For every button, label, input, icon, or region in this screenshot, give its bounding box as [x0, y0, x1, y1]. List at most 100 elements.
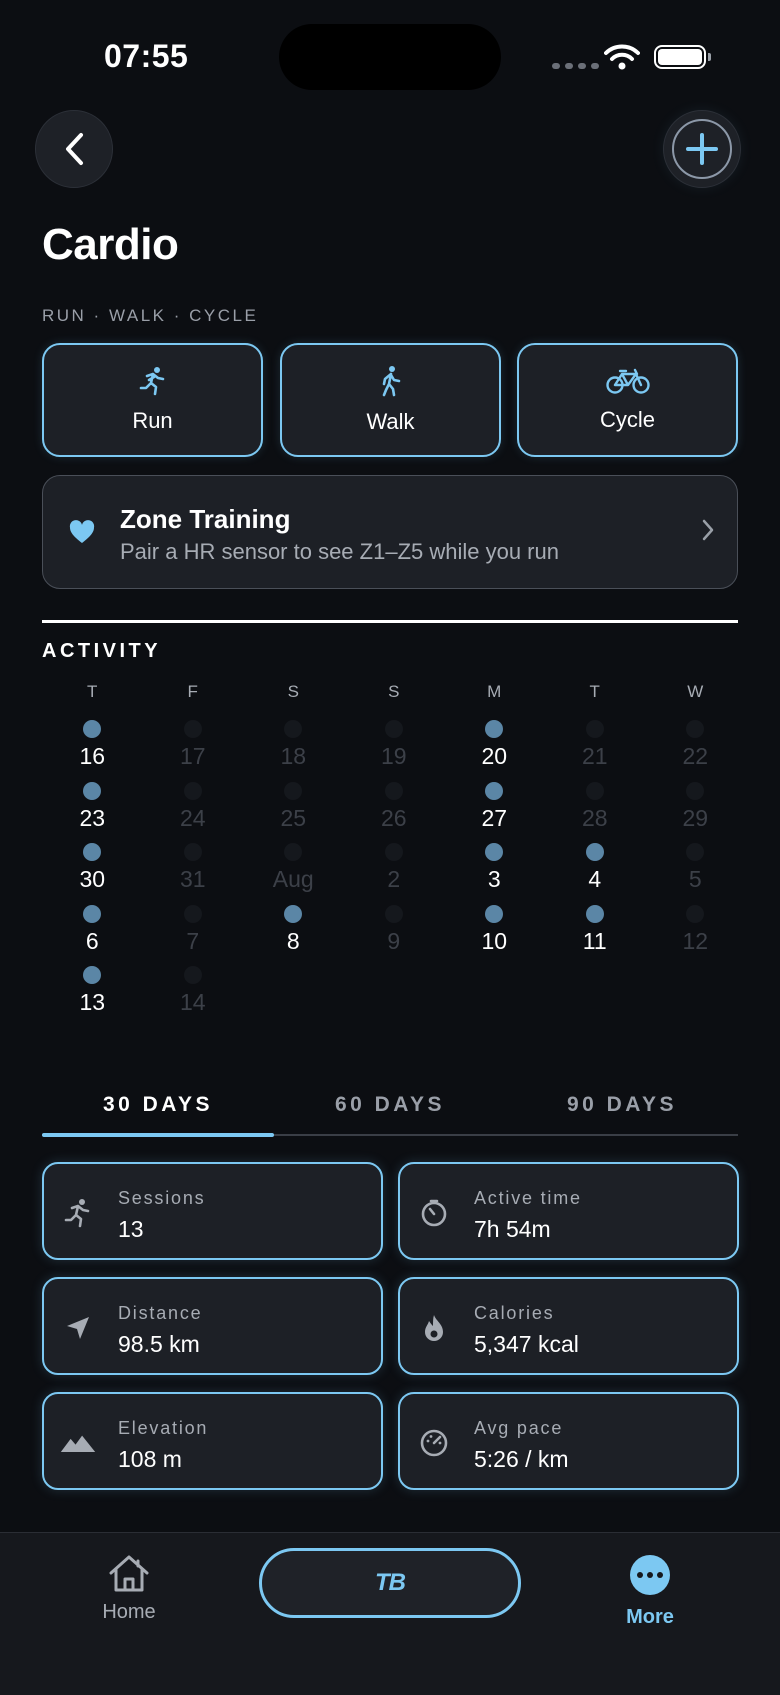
calendar-day[interactable]: 14 — [143, 964, 244, 1026]
calendar-day[interactable]: 20 — [444, 718, 545, 780]
activity-dot-active — [585, 904, 604, 923]
run-label: Run — [132, 408, 173, 433]
calendar-day[interactable]: 7 — [143, 903, 244, 965]
tab-home[interactable]: Home — [96, 1553, 162, 1624]
calendar-day-number: 30 — [79, 866, 106, 892]
stat-label: Avg pace — [474, 1418, 564, 1438]
calendar-day-number: 31 — [179, 866, 206, 892]
tab-90-days[interactable]: 90 DAYS — [506, 1088, 738, 1134]
activity-dot-active — [83, 720, 102, 738]
stat-card-sessions[interactable]: Sessions 13 — [42, 1162, 383, 1260]
calendar-day-number: 6 — [85, 927, 99, 954]
walk-card[interactable]: Walk — [280, 343, 501, 457]
speedometer-icon — [416, 1425, 452, 1461]
calendar-day-number: 29 — [682, 804, 709, 831]
activity-heading: ACTIVITY — [42, 640, 162, 662]
page-title: Cardio — [42, 220, 179, 269]
calendar-day[interactable]: 19 — [344, 718, 445, 780]
activity-dot-active — [83, 904, 102, 923]
activity-dot — [183, 904, 202, 923]
calendar-day[interactable]: 18 — [243, 718, 344, 780]
cardio-screen: 07:55 Cardio RUN · WALK · CYCLE Run Walk — [0, 0, 780, 1695]
cycle-label: Cycle — [599, 407, 655, 432]
calendar-day[interactable]: 16 — [42, 718, 143, 780]
calendar-day-number: 16 — [79, 743, 106, 769]
calendar-day[interactable]: 31 — [143, 841, 244, 903]
zone-training-card[interactable]: Zone Training Pair a HR sensor to see Z1… — [42, 475, 738, 589]
activity-dot — [284, 843, 303, 861]
calendar-day[interactable]: 10 — [444, 903, 545, 965]
stat-card-elevation[interactable]: Elevation 108 m — [42, 1392, 383, 1490]
mountains-icon — [60, 1425, 96, 1461]
stat-card-avg-pace[interactable]: Avg pace 5:26 / km — [398, 1392, 739, 1490]
calendar-day-number: 22 — [682, 743, 709, 769]
activity-dot — [686, 843, 705, 861]
stat-value: 98.5 km — [118, 1331, 200, 1357]
calendar-day-number: 20 — [481, 743, 508, 769]
calendar-day[interactable]: 6 — [42, 903, 143, 965]
zone-training-subtitle: Pair a HR sensor to see Z1–Z5 while you … — [120, 539, 559, 564]
calendar-day-number: 5 — [688, 866, 702, 892]
activity-dot-active — [485, 843, 504, 861]
calendar-day[interactable]: Aug — [243, 841, 344, 903]
more-icon — [630, 1555, 670, 1595]
activity-dot — [384, 781, 403, 800]
tab-more[interactable]: More — [617, 1555, 683, 1629]
weekday-label: T — [589, 682, 600, 701]
calendar-day-number: 23 — [79, 804, 106, 831]
page-subtitle: RUN · WALK · CYCLE — [42, 306, 259, 325]
run-card[interactable]: Run — [42, 343, 263, 457]
stat-card-distance[interactable]: Distance 98.5 km — [42, 1277, 383, 1375]
calendar-day[interactable]: 12 — [645, 903, 746, 965]
calendar-day[interactable]: 8 — [243, 903, 344, 965]
section-divider — [42, 620, 738, 623]
calendar-day-number: 3 — [487, 866, 501, 892]
zone-training-title: Zone Training — [120, 504, 291, 534]
calendar-day[interactable]: 17 — [143, 718, 244, 780]
plus-icon — [686, 133, 718, 165]
run-icon — [60, 1195, 96, 1231]
add-workout-button[interactable] — [663, 110, 741, 188]
calendar-day[interactable]: 9 — [344, 903, 445, 965]
calendar-day[interactable]: 23 — [42, 780, 143, 842]
stat-card-calories[interactable]: Calories 5,347 kcal — [398, 1277, 739, 1375]
calendar-day-number: 27 — [481, 804, 508, 831]
calendar-day[interactable]: 25 — [243, 780, 344, 842]
calendar-day[interactable]: 26 — [344, 780, 445, 842]
calendar-day[interactable]: 28 — [545, 780, 646, 842]
activity-dot — [183, 781, 202, 800]
calendar-day[interactable]: 27 — [444, 780, 545, 842]
calendar-day-number: 10 — [481, 927, 508, 954]
weekday-label: S — [287, 682, 299, 701]
stat-value: 108 m — [118, 1446, 182, 1472]
calendar-day[interactable]: 2 — [344, 841, 445, 903]
tab-60-days[interactable]: 60 DAYS — [274, 1088, 506, 1134]
calendar-day[interactable]: 13 — [42, 964, 143, 1026]
walk-label: Walk — [366, 409, 415, 434]
calendar-day[interactable]: 29 — [645, 780, 746, 842]
center-action-button[interactable]: TB — [259, 1548, 521, 1618]
cycle-card[interactable]: Cycle — [517, 343, 738, 457]
calendar-day-number: 25 — [280, 804, 307, 831]
calendar-day[interactable]: 4 — [545, 841, 646, 903]
activity-dot — [585, 781, 604, 800]
calendar-day[interactable]: 21 — [545, 718, 646, 780]
app-logo: TB — [375, 1569, 406, 1596]
activity-dot-active — [485, 781, 504, 800]
activity-dot — [183, 843, 202, 861]
calendar-day-number: 14 — [179, 989, 206, 1015]
walk-icon — [382, 366, 400, 397]
calendar-day[interactable]: 22 — [645, 718, 746, 780]
calendar-day-number: 11 — [582, 927, 607, 954]
stat-card-active-time[interactable]: Active time 7h 54m — [398, 1162, 739, 1260]
calendar-day[interactable]: 3 — [444, 841, 545, 903]
calendar-day[interactable]: 24 — [143, 780, 244, 842]
tab-30-days[interactable]: 30 DAYS — [42, 1088, 274, 1137]
calendar-day[interactable]: 5 — [645, 841, 746, 903]
back-button[interactable] — [35, 110, 113, 188]
calendar-day[interactable]: 30 — [42, 841, 143, 903]
weekday-label: W — [687, 682, 704, 701]
activity-dot-active — [485, 904, 504, 923]
calendar-day[interactable]: 11 — [545, 903, 646, 965]
weekday-label: F — [187, 682, 198, 701]
